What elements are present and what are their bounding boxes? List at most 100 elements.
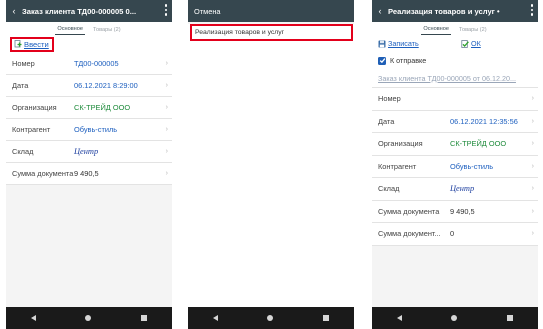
menu-item-sales[interactable]: Реализация товаров и услуг [190,24,353,41]
field-value: СК-ТРЕЙД ООО [74,103,131,112]
introduce-label: Ввести [24,39,49,49]
field-organization[interactable]: Организация СК-ТРЕЙД ООО › [372,133,538,156]
floppy-disk-icon [378,40,386,47]
field-label: Дата [12,81,29,90]
triangle-back-icon[interactable] [212,315,218,321]
chevron-right-icon: › [165,148,168,155]
save-button[interactable]: Записать [378,39,419,48]
chevron-right-icon: › [165,104,168,111]
screen-sales-document: ‹ Реализация товаров и услуг • Основное … [372,0,538,329]
field-warehouse[interactable]: Склад Центр › [372,178,538,201]
back-arrow-icon[interactable]: ‹ [6,6,22,16]
field-document-sum[interactable]: Сумма документа 9 490,5 › [372,201,538,223]
field-label: Организация [378,139,423,149]
check-icon [379,58,385,64]
chevron-right-icon: › [165,170,168,177]
page-title: Реализация товаров и услуг [388,6,495,16]
field-number[interactable]: Номер › [372,88,538,111]
field-document-sum[interactable]: Сумма документа 9 490,5 › [6,163,172,185]
action-bar: Ввести [6,35,172,53]
tab-main[interactable]: Основное [421,26,451,35]
field-label: Склад [12,147,34,156]
back-arrow-icon[interactable]: ‹ [372,6,388,16]
field-value: 0 [450,229,455,239]
circle-home-icon[interactable] [267,315,274,321]
checkmark-document-icon [461,39,469,48]
field-value: 06.12.2021 8:29:00 [74,81,138,90]
field-label: Организация [12,103,57,112]
field-organization[interactable]: Организация СК-ТРЕЙД ООО › [6,97,172,119]
screen-introduce-menu: Отмена Реализация товаров и услуг [188,0,354,329]
triangle-back-icon[interactable] [396,315,402,321]
field-number[interactable]: Номер ТД00-000005 › [6,53,172,75]
field-counterparty[interactable]: Контрагент Обувь-стиль › [6,119,172,141]
ok-button[interactable]: ОК [461,39,481,48]
tab-goods[interactable]: Товары (2) [91,27,123,35]
square-recent-icon[interactable] [141,315,148,321]
cancel-button[interactable]: Отмена [188,7,221,16]
tab-main[interactable]: Основное [55,26,85,35]
introduce-button[interactable]: Ввести [10,36,54,52]
system-nav-bar [6,307,172,329]
circle-home-icon[interactable] [85,315,92,321]
app-header: ‹ Заказ клиента ТД00-000005 0... [6,0,172,22]
field-list: Номер › Дата 06.12.2021 12:35:56 › Орган… [372,88,538,246]
field-label: Контрагент [12,125,51,134]
chevron-right-icon: › [531,162,534,170]
field-label: Номер [12,59,35,68]
square-recent-icon[interactable] [507,315,514,321]
checkbox-checked[interactable] [378,56,386,65]
document-add-icon [14,40,22,48]
field-list: Номер ТД00-000005 › Дата 06.12.2021 8:29… [6,53,172,185]
field-value: ТД00-000005 [74,59,119,68]
field-value: 06.12.2021 12:35:56 [450,116,518,126]
field-date[interactable]: Дата 06.12.2021 12:35:56 › [372,111,538,133]
field-value: СК-ТРЕЙД ООО [450,139,507,149]
field-warehouse[interactable]: Склад Центр › [6,141,172,163]
ok-label: ОК [471,39,481,48]
chevron-right-icon: › [531,117,534,125]
field-counterparty[interactable]: Контрагент Обувь-стиль › [372,156,538,178]
chevron-right-icon: › [531,230,534,238]
field-label: Контрагент [378,161,417,171]
field-date[interactable]: Дата 06.12.2021 8:29:00 › [6,75,172,97]
checkbox-label: К отправке [390,56,427,65]
triangle-back-icon[interactable] [30,315,36,321]
app-header: Отмена [188,0,354,22]
modified-indicator: • [496,6,500,16]
action-bar: Записать ОК [372,35,538,52]
chevron-right-icon: › [165,60,168,67]
field-value: Центр [74,147,99,156]
field-label: Дата [378,116,395,126]
tab-bar: Основное Товары (2) [6,22,172,35]
field-label: Сумма документа [12,169,74,178]
chevron-right-icon: › [531,140,534,148]
field-label: Сумма документа [378,206,440,216]
field-label: Склад [378,184,400,194]
field-label: Сумма документ... [378,229,441,239]
tab-bar: Основное Товары (2) [372,22,538,35]
kebab-menu-icon[interactable] [164,4,168,16]
save-label: Записать [388,39,419,48]
field-label: Номер [378,94,401,104]
send-checkbox-row[interactable]: К отправке [372,52,538,69]
chevron-right-icon: › [531,207,534,215]
chevron-right-icon: › [165,126,168,133]
square-recent-icon[interactable] [323,315,330,321]
circle-home-icon[interactable] [451,315,458,321]
system-nav-bar [372,307,538,329]
field-value: 9 490,5 [450,206,475,216]
menu-list: Реализация товаров и услуг [188,24,354,309]
chevron-right-icon: › [531,95,534,103]
kebab-menu-icon[interactable] [530,4,534,16]
chevron-right-icon: › [531,185,534,193]
field-document-sum-2[interactable]: Сумма документ... 0 › [372,223,538,246]
base-document-link[interactable]: Заказ клиента ТД00-000005 от 06.12.20... [372,69,538,88]
field-value: 9 490,5 [74,169,99,178]
screen-customer-order: ‹ Заказ клиента ТД00-000005 0... Основно… [6,0,172,329]
page-title: Заказ клиента ТД00-000005 0... [22,6,137,16]
system-nav-bar [188,307,354,329]
chevron-right-icon: › [165,82,168,89]
tab-goods[interactable]: Товары (2) [457,27,489,35]
field-value: Обувь-стиль [74,125,118,134]
